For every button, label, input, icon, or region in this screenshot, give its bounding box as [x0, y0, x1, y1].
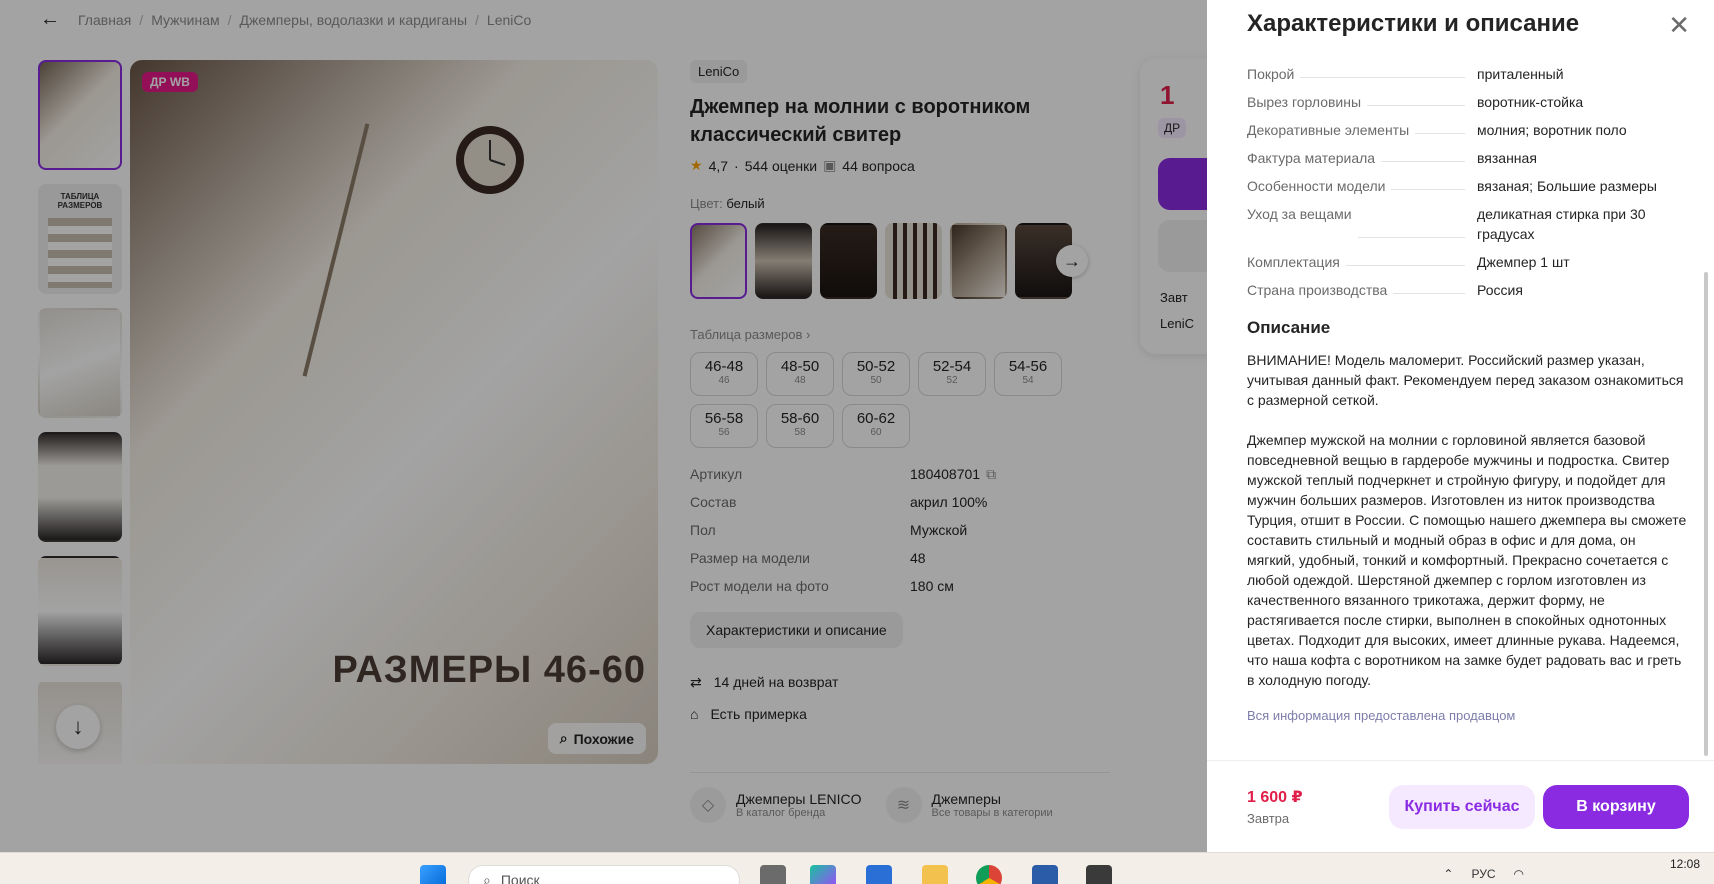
char-key-wrap: Уход за вещами [1247, 204, 1477, 244]
leader-dots [1381, 148, 1465, 162]
footer-price: 1 600 ₽ [1247, 789, 1303, 806]
char-row: Страна производства Россия [1247, 280, 1687, 300]
console-icon[interactable] [1086, 865, 1112, 884]
char-key-wrap: Декоративные элементы [1247, 120, 1477, 140]
char-value: деликатная стирка при 30 градусах [1477, 206, 1646, 242]
app-icon[interactable] [760, 865, 786, 884]
seller-note: Вся информация предоставлена продавцом [1247, 708, 1516, 723]
language-indicator[interactable]: РУС [1471, 867, 1495, 881]
taskbar-search-placeholder: Поиск [500, 872, 540, 884]
leader-dots [1393, 280, 1465, 294]
leader-dots [1367, 92, 1465, 106]
add-to-cart-button[interactable]: В корзину [1543, 785, 1689, 829]
char-key: Фактура материала [1247, 150, 1376, 166]
chevron-up-icon[interactable]: ⌃ [1443, 867, 1453, 881]
char-key: Особенности модели [1247, 178, 1386, 194]
char-value: приталенный [1477, 66, 1564, 82]
char-value: воротник-стойка [1477, 94, 1584, 110]
char-row: Вырез горловины воротник-стойка [1247, 92, 1687, 112]
copilot-icon[interactable] [810, 865, 836, 884]
leader-dots [1391, 176, 1465, 190]
folder-icon[interactable] [922, 865, 948, 884]
wifi-icon[interactable]: ◠ [1514, 867, 1524, 881]
modal-backdrop[interactable] [0, 0, 1207, 852]
description-title: Описание [1247, 318, 1331, 337]
taskbar-search[interactable]: ⌕ Поиск [468, 865, 740, 884]
store-icon[interactable] [866, 865, 892, 884]
char-key: Уход за вещами [1247, 206, 1352, 222]
char-value: молния; воротник поло [1477, 122, 1627, 138]
close-icon[interactable]: ✕ [1668, 12, 1690, 38]
windows-start-icon[interactable] [420, 865, 446, 884]
leader-dots [1357, 204, 1465, 238]
taskbar: ⌕ Поиск ⌃ РУС ◠ 12:08 [0, 852, 1714, 884]
clock[interactable]: 12:08 [1670, 857, 1700, 871]
char-value: Джемпер 1 шт [1477, 254, 1570, 270]
char-key-wrap: Страна производства [1247, 280, 1477, 300]
description-paragraph: ВНИМАНИЕ! Модель маломерит. Российский р… [1247, 352, 1684, 408]
characteristics-panel: Характеристики и описание ✕ Покрой притал… [1207, 0, 1714, 852]
leader-dots [1300, 64, 1465, 78]
terminal-icon[interactable] [1032, 865, 1058, 884]
char-key: Декоративные элементы [1247, 122, 1410, 138]
char-value: Россия [1477, 282, 1523, 298]
char-value: вязаная; Большие размеры [1477, 178, 1657, 194]
char-key-wrap: Фактура материала [1247, 148, 1477, 168]
panel-scrollbar[interactable] [1704, 272, 1708, 756]
search-icon: ⌕ [483, 871, 491, 884]
char-key-wrap: Комплектация [1247, 252, 1477, 272]
char-key-wrap: Покрой [1247, 64, 1477, 84]
char-key-wrap: Вырез горловины [1247, 92, 1477, 112]
description-paragraph: Джемпер мужской на молнии с горловиной я… [1247, 432, 1687, 688]
char-key: Вырез горловины [1247, 94, 1362, 110]
char-value: вязанная [1477, 150, 1537, 166]
leader-dots [1345, 252, 1465, 266]
char-row: Покрой приталенный [1247, 64, 1687, 84]
char-key-wrap: Особенности модели [1247, 176, 1477, 196]
char-key: Комплектация [1247, 254, 1340, 270]
char-key: Страна производства [1247, 282, 1388, 298]
buy-now-button[interactable]: Купить сейчас [1389, 785, 1535, 829]
char-key: Покрой [1247, 66, 1295, 82]
char-row: Особенности модели вязаная; Большие разме… [1247, 176, 1687, 196]
leader-dots [1415, 120, 1465, 134]
char-row: Уход за вещами деликатная стирка при 30 г… [1247, 204, 1687, 244]
char-row: Фактура материала вязанная [1247, 148, 1687, 168]
panel-content: Покрой приталенный Вырез горловины воротни… [1247, 64, 1687, 750]
char-row: Декоративные элементы молния; воротник по… [1247, 120, 1687, 140]
panel-title: Характеристики и описание [1247, 10, 1580, 37]
system-tray: ⌃ РУС ◠ [1443, 867, 1524, 881]
panel-footer: 1 600 ₽ Завтра Купить сейчас В корзину [1207, 760, 1714, 852]
footer-delivery: Завтра [1247, 811, 1290, 826]
chrome-icon[interactable] [976, 865, 1002, 884]
char-row: Комплектация Джемпер 1 шт [1247, 252, 1687, 272]
